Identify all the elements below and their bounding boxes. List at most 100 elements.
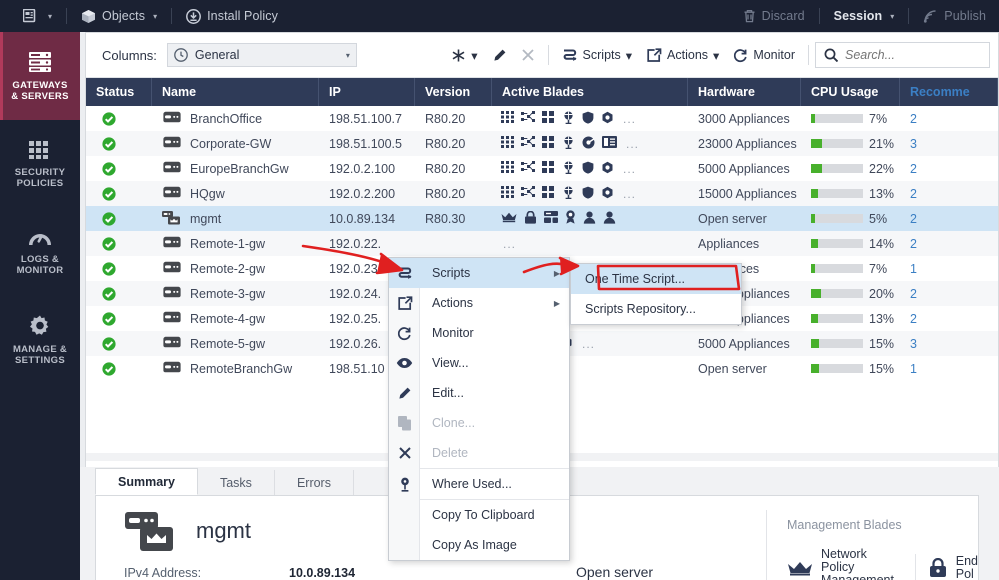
menu-item-monitor[interactable]: Monitor xyxy=(389,318,569,348)
actions-button[interactable]: Actions ▾ xyxy=(639,45,726,66)
search-input[interactable] xyxy=(845,48,975,62)
cpu-usage-label: 13% xyxy=(869,312,894,326)
recommended-cell[interactable]: 1 xyxy=(900,356,998,381)
blade-card-icon xyxy=(602,136,617,151)
gateway-version-cell: R80.30 xyxy=(415,206,492,231)
gateway-name-cell[interactable]: EuropeBranchGw xyxy=(152,156,319,181)
table-row[interactable]: Corporate-GW198.51.100.5R80.20...23000 A… xyxy=(86,131,998,156)
gateway-name-cell[interactable]: Corporate-GW xyxy=(152,131,319,156)
app-menu-button[interactable]: ▾ xyxy=(14,5,61,27)
scripts-button[interactable]: Scripts ▾ xyxy=(555,45,639,66)
pencil-icon xyxy=(389,386,420,401)
recommended-cell[interactable]: 2 xyxy=(900,281,998,306)
column-header-status[interactable]: Status xyxy=(86,78,152,106)
sidebar-item-manage-settings[interactable]: MANAGE &SETTINGS xyxy=(0,296,80,384)
gateway-name-label: Remote-2-gw xyxy=(190,262,265,276)
active-blades-cell: ... xyxy=(492,231,688,256)
menu-item-one-time-script[interactable]: One Time Script... xyxy=(571,264,741,294)
table-row[interactable]: HQgw192.0.2.200R80.20...15000 Appliances… xyxy=(86,181,998,206)
gateway-name-cell[interactable]: Remote-5-gw xyxy=(152,331,319,356)
more-blades-ellipsis[interactable]: ... xyxy=(626,137,639,151)
recommended-cell[interactable]: 2 xyxy=(900,156,998,181)
chevron-right-icon: ▶ xyxy=(554,269,569,278)
gateway-name-cell[interactable]: Remote-1-gw xyxy=(152,231,319,256)
recommended-cell[interactable]: 2 xyxy=(900,231,998,256)
install-policy-button[interactable]: Install Policy xyxy=(177,5,287,28)
blade-badge-icon xyxy=(565,210,576,227)
columns-select[interactable]: General ▾ xyxy=(167,43,357,67)
blade-hex-icon xyxy=(601,161,614,177)
gateway-name-cell[interactable]: Remote-4-gw xyxy=(152,306,319,331)
menu-item-scripts[interactable]: Scripts▶ xyxy=(389,258,569,288)
recommended-cell[interactable]: 2 xyxy=(900,106,998,131)
recommended-cell[interactable]: 3 xyxy=(900,331,998,356)
menu-item-copy-to-clipboard[interactable]: Copy To Clipboard xyxy=(389,500,569,530)
table-row[interactable]: EuropeBranchGw192.0.2.100R80.20...5000 A… xyxy=(86,156,998,181)
session-menu-button[interactable]: Session ▾ xyxy=(825,5,904,27)
gateway-name-cell[interactable]: HQgw xyxy=(152,181,319,206)
gateway-name-cell[interactable]: Remote-3-gw xyxy=(152,281,319,306)
more-blades-ellipsis[interactable]: ... xyxy=(623,162,636,176)
edit-button[interactable] xyxy=(485,45,514,66)
gateway-name-cell[interactable]: BranchOffice xyxy=(152,106,319,131)
recommended-cell[interactable]: 1 xyxy=(900,256,998,281)
session-label: Session xyxy=(834,9,883,23)
more-blades-ellipsis[interactable]: ... xyxy=(623,187,636,201)
menu-item-delete[interactable]: Delete xyxy=(389,438,569,468)
cpu-usage-label: 15% xyxy=(869,337,894,351)
gateway-version-cell: R80.20 xyxy=(415,131,492,156)
sidebar-item-gateways-servers[interactable]: GATEWAYS& SERVERS xyxy=(0,32,80,120)
objects-menu-button[interactable]: Objects ▾ xyxy=(72,5,166,28)
more-blades-ellipsis[interactable]: ... xyxy=(503,237,516,251)
blade-network-policy-management[interactable]: Network PolicyManagement xyxy=(787,548,903,580)
column-header-ip[interactable]: IP xyxy=(319,78,415,106)
publish-button[interactable]: Publish xyxy=(914,5,995,27)
table-row[interactable]: BranchOffice198.51.100.7R80.20...3000 Ap… xyxy=(86,106,998,131)
tab-summary[interactable]: Summary xyxy=(95,468,198,495)
table-row[interactable]: mgmt10.0.89.134R80.30Open server5%2 xyxy=(86,206,998,231)
more-blades-ellipsis[interactable]: ... xyxy=(623,112,636,126)
delete-button[interactable] xyxy=(514,45,542,65)
gateway-version-cell: R80.20 xyxy=(415,106,492,131)
asterisk-icon xyxy=(451,48,466,63)
blade-endpoint-policy[interactable]: EndPol xyxy=(928,555,978,580)
status-badge xyxy=(86,331,152,356)
sidebar-item-security-policies[interactable]: SECURITYPOLICIES xyxy=(0,120,80,208)
context-menu[interactable]: Scripts▶Actions▶ Monitor View...Edit...Clo… xyxy=(388,257,570,561)
recommended-cell[interactable]: 2 xyxy=(900,181,998,206)
column-header-hardware[interactable]: Hardware xyxy=(688,78,801,106)
recommended-cell[interactable]: 2 xyxy=(900,206,998,231)
scripts-submenu[interactable]: One Time Script... Scripts Repository... xyxy=(570,263,742,325)
new-button[interactable]: ▾ xyxy=(444,45,484,66)
menu-item-edit[interactable]: Edit... xyxy=(389,378,569,408)
tab-tasks[interactable]: Tasks xyxy=(198,470,275,495)
gateway-name-cell[interactable]: Remote-2-gw xyxy=(152,256,319,281)
sidebar-item-logs-monitor[interactable]: LOGS &MONITOR xyxy=(0,208,80,296)
more-blades-ellipsis[interactable]: ... xyxy=(582,337,595,351)
objects-menu-label: Objects xyxy=(102,9,145,23)
menu-item-copy-as-image[interactable]: Copy As Image xyxy=(389,530,569,560)
search-box[interactable] xyxy=(815,42,990,68)
table-row[interactable]: Remote-1-gw192.0.22....Appliances14%2 xyxy=(86,231,998,256)
monitor-button[interactable]: Monitor xyxy=(726,45,802,66)
column-header-version[interactable]: Version xyxy=(415,78,492,106)
column-header-name[interactable]: Name xyxy=(152,78,319,106)
menu-item-actions[interactable]: Actions▶ xyxy=(389,288,569,318)
gateway-name-cell[interactable]: mgmt xyxy=(152,206,319,231)
menu-item-scripts-repository[interactable]: Scripts Repository... xyxy=(571,294,741,324)
tab-errors[interactable]: Errors xyxy=(275,470,354,495)
column-header-active-blades[interactable]: Active Blades xyxy=(492,78,688,106)
gateway-name-cell[interactable]: RemoteBranchGw xyxy=(152,356,319,381)
menu-item-view[interactable]: View... xyxy=(389,348,569,378)
gateway-icon xyxy=(162,311,182,326)
menu-item-label: Monitor xyxy=(420,326,569,340)
column-header-cpu-usage[interactable]: CPU Usage xyxy=(801,78,900,106)
grid-icon xyxy=(27,139,53,161)
recommended-cell[interactable]: 3 xyxy=(900,131,998,156)
cpu-usage-label: 7% xyxy=(869,112,887,126)
menu-item-where-used[interactable]: Where Used... xyxy=(389,469,569,499)
menu-item-clone[interactable]: Clone... xyxy=(389,408,569,438)
recommended-cell[interactable]: 2 xyxy=(900,306,998,331)
column-header-recommended[interactable]: Recomme xyxy=(900,78,998,106)
discard-button[interactable]: Discard xyxy=(734,5,814,27)
